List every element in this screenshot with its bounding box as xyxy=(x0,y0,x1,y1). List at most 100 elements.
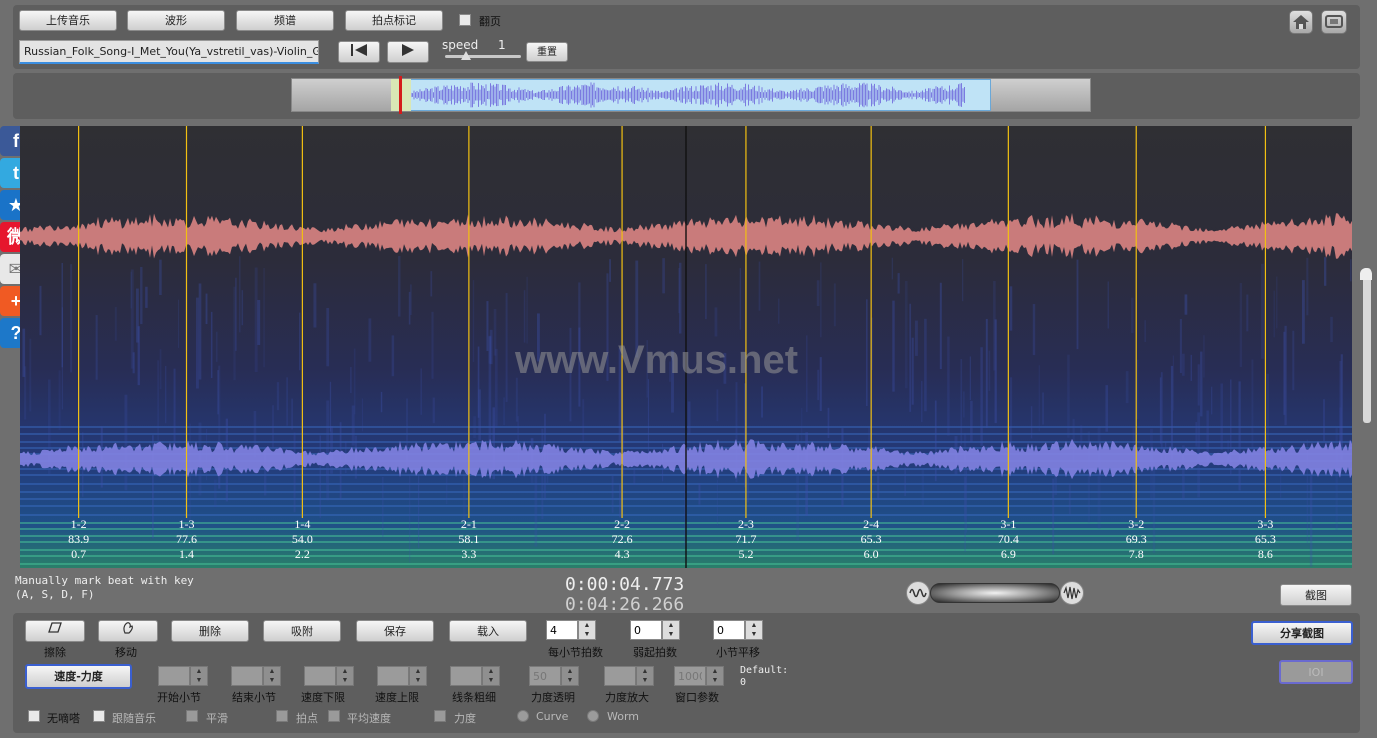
screenshot-button[interactable]: 截图 xyxy=(1280,584,1352,606)
curve-radio[interactable] xyxy=(517,710,529,722)
overview-waveform-path xyxy=(411,82,965,108)
spectrogram-view[interactable]: www.Vmus.net 1-2 83.9 0.7 1-3 77.6 1.4 1-4 54.0… xyxy=(20,126,1352,568)
page-turn-checkbox[interactable] xyxy=(459,14,471,26)
noise-streak xyxy=(805,432,808,516)
beat-time-1: 0.7 xyxy=(71,547,87,561)
speed-slider-thumb[interactable] xyxy=(461,51,471,60)
play-button[interactable] xyxy=(387,41,429,63)
noise-streak xyxy=(816,280,820,306)
noise-streak xyxy=(1330,316,1333,343)
speed-force-button[interactable]: 速度-力度 xyxy=(25,664,132,689)
noise-streak xyxy=(368,318,372,362)
tempo-high-label: 速度上限 xyxy=(375,691,419,704)
noise-streak xyxy=(430,271,433,297)
worm-radio[interactable] xyxy=(587,710,599,722)
ioi-button[interactable]: IOI xyxy=(1279,660,1353,684)
move-hand-icon xyxy=(123,622,133,634)
noise-streak xyxy=(716,389,719,422)
noise-streak xyxy=(432,397,435,424)
no-beep-label: 无嘀嗒 xyxy=(47,712,80,725)
noise-streak xyxy=(1266,373,1269,447)
beat-tempo-10: 65.3 xyxy=(1254,532,1276,546)
load-button[interactable]: 载入 xyxy=(449,620,527,642)
skip-start-button[interactable] xyxy=(338,41,380,63)
noise-streak xyxy=(778,298,780,324)
fullscreen-icon[interactable] xyxy=(1321,10,1347,34)
noise-streak xyxy=(420,368,422,415)
noise-streak xyxy=(969,356,971,401)
noise-streak xyxy=(980,347,983,446)
spectrum-button[interactable]: 频谱 xyxy=(236,10,334,31)
waveform-button[interactable]: 波形 xyxy=(127,10,225,31)
speed-slider[interactable] xyxy=(445,51,521,60)
noise-streak xyxy=(494,348,498,429)
noise-streak xyxy=(1076,259,1079,350)
noise-streak xyxy=(351,405,355,446)
total-time: 0:04:26.266 xyxy=(565,594,685,615)
hint-line-2: (A, S, D, F) xyxy=(15,588,95,601)
move-button[interactable] xyxy=(98,620,158,642)
save-button[interactable]: 保存 xyxy=(356,620,434,642)
noise-streak xyxy=(1324,257,1327,286)
noise-streak xyxy=(1220,383,1223,450)
noise-streak xyxy=(758,261,761,311)
volume-control[interactable] xyxy=(906,580,1084,606)
follow-music-checkbox[interactable] xyxy=(93,710,105,722)
beat-time-4: 3.3 xyxy=(461,547,477,561)
delete-button[interactable]: 删除 xyxy=(171,620,249,642)
overview-playhead[interactable] xyxy=(399,76,402,114)
worm-label: Worm xyxy=(607,710,640,723)
force-checkbox[interactable] xyxy=(434,710,446,722)
reset-button[interactable]: 重置 xyxy=(526,42,568,62)
noise-streak xyxy=(319,435,321,518)
scroll-up-handle[interactable] xyxy=(1360,268,1372,280)
noise-streak xyxy=(970,400,973,443)
beats-per-bar-input[interactable] xyxy=(546,620,578,640)
home-icon[interactable] xyxy=(1289,10,1313,34)
pickup-input[interactable] xyxy=(630,620,662,640)
noise-streak xyxy=(866,299,868,407)
noise-streak xyxy=(1131,297,1134,334)
noise-streak xyxy=(137,326,140,386)
share-screenshot-button[interactable]: 分享截图 xyxy=(1251,621,1353,645)
avg-tempo-checkbox[interactable] xyxy=(328,710,340,722)
overview-track[interactable] xyxy=(291,76,1091,114)
overview-panel xyxy=(13,73,1360,119)
tempo-low-label: 速度下限 xyxy=(301,691,345,704)
noise-streak xyxy=(417,474,420,548)
noise-streak xyxy=(523,290,526,343)
noise-streak xyxy=(29,338,32,412)
noise-streak xyxy=(70,264,73,373)
filename-field[interactable]: Russian_Folk_Song-I_Met_You(Ya_vstretil_… xyxy=(19,40,319,64)
beat-mark-button[interactable]: 拍点标记 xyxy=(345,10,443,31)
noise-streak xyxy=(409,474,411,563)
beat-label-5: 2-2 xyxy=(614,517,631,531)
noise-streak xyxy=(505,293,508,402)
beat-point-checkbox[interactable] xyxy=(276,710,288,722)
upload-music-button[interactable]: 上传音乐 xyxy=(19,10,117,31)
noise-streak xyxy=(1080,425,1083,449)
bar-shift-input[interactable] xyxy=(713,620,745,640)
pickup-label: 弱起拍数 xyxy=(633,646,677,659)
smooth-checkbox[interactable] xyxy=(186,710,198,722)
noise-streak xyxy=(361,398,363,432)
default-label: Default: xyxy=(740,665,789,676)
start-bar-label: 开始小节 xyxy=(157,691,201,704)
snap-button[interactable]: 吸附 xyxy=(263,620,341,642)
noise-streak xyxy=(1292,330,1295,391)
avg-tempo-label: 平均速度 xyxy=(347,712,391,725)
noise-streak xyxy=(761,386,763,418)
volume-slider[interactable] xyxy=(930,583,1060,603)
noise-streak xyxy=(198,283,202,380)
end-bar-label: 结束小节 xyxy=(232,691,276,704)
noise-streak xyxy=(820,262,822,338)
noise-streak xyxy=(687,401,691,435)
noise-streak xyxy=(272,405,274,449)
vertical-scrollbar[interactable] xyxy=(1363,268,1371,423)
noise-streak xyxy=(827,407,830,438)
erase-button[interactable] xyxy=(25,620,85,642)
noise-streak xyxy=(276,382,280,411)
noise-streak xyxy=(892,300,895,392)
beat-tempo-8: 70.4 xyxy=(997,532,1019,546)
no-beep-checkbox[interactable] xyxy=(28,710,40,722)
